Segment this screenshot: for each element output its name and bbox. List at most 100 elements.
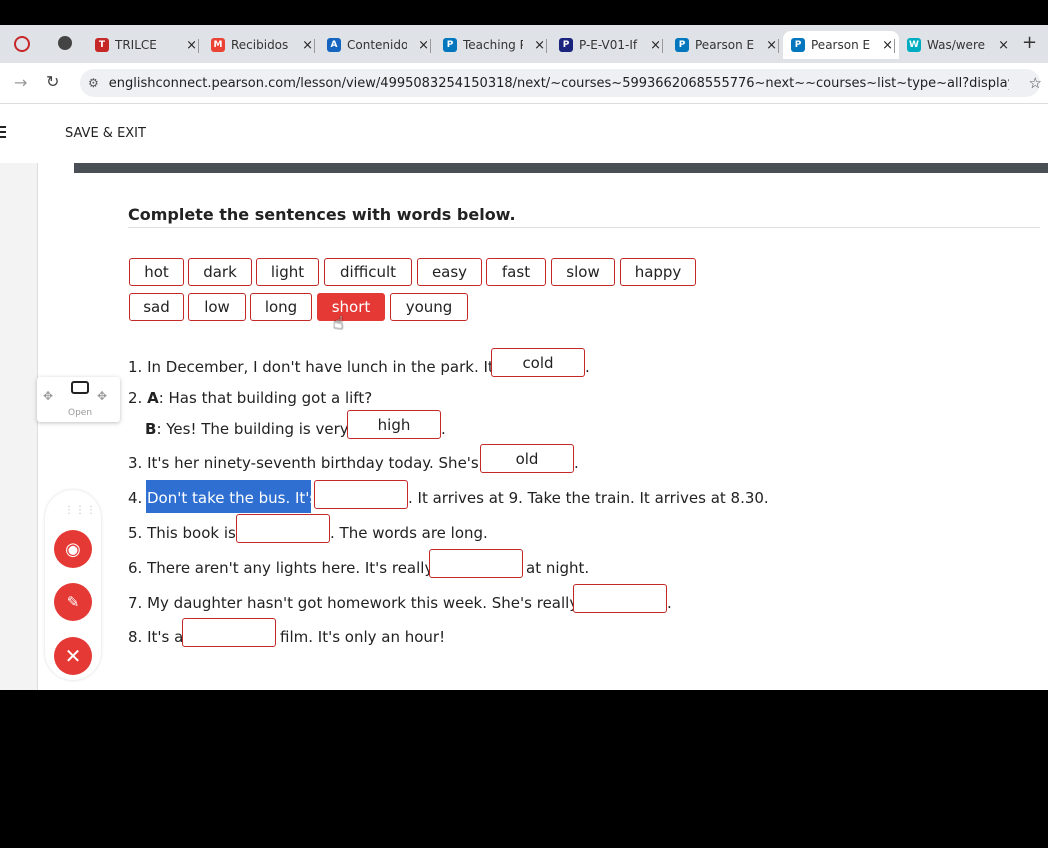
pearson-icon: P xyxy=(791,38,805,52)
question-2-number: 2. xyxy=(128,389,143,407)
save-exit-button[interactable]: SAVE & EXIT xyxy=(65,126,146,141)
tab-separator xyxy=(894,39,895,53)
site-settings-icon[interactable]: ⚙ xyxy=(88,76,99,90)
tab-separator xyxy=(778,39,779,53)
tab-close-icon[interactable]: × xyxy=(650,38,661,53)
instruction-divider xyxy=(128,227,1040,228)
pearson-icon: P xyxy=(443,38,457,52)
browser-tab-3[interactable]: A Contenido × xyxy=(319,31,435,59)
browser-tab-bar: T TRILCE × M Recibidos × A Contenido × P Teaching … xyxy=(0,25,1048,63)
open-widget[interactable]: ✥ ✥ Open xyxy=(37,377,120,422)
top-black-band xyxy=(0,0,1048,25)
word-chip-difficult[interactable]: difficult xyxy=(324,258,412,286)
browser-tab-7[interactable]: P Pearson Er × xyxy=(783,31,899,59)
question-7-period: . xyxy=(667,594,672,612)
answer-box-4[interactable] xyxy=(314,480,408,509)
question-1-period: . xyxy=(585,358,590,376)
forward-arrow-icon[interactable]: → xyxy=(14,73,27,92)
answer-box-5[interactable] xyxy=(236,514,330,543)
word-chip-slow[interactable]: slow xyxy=(551,258,615,286)
move-icon-right[interactable]: ✥ xyxy=(97,389,107,403)
question-2-a-text: : Has that building got a lift? xyxy=(158,389,373,407)
question-7-text: 7. My daughter hasn't got homework this … xyxy=(128,594,579,612)
answer-box-7[interactable] xyxy=(573,584,667,613)
tab-title: Teaching P xyxy=(463,38,523,52)
answer-box-3[interactable]: old xyxy=(480,444,574,473)
word-chip-dark[interactable]: dark xyxy=(188,258,252,286)
word-chip-light[interactable]: light xyxy=(256,258,319,286)
drag-handle-icon[interactable]: ⋮⋮⋮ xyxy=(64,505,97,516)
browser-address-bar: → ↻ ⚙ englishconnect.pearson.com/lesson/… xyxy=(0,63,1048,104)
word-chip-low[interactable]: low xyxy=(188,293,246,321)
tab-title: TRILCE xyxy=(115,38,157,52)
browser-tab-6[interactable]: P Pearson Er × xyxy=(667,31,783,59)
instruction-heading: Complete the sentences with words below. xyxy=(128,205,516,224)
bookmark-star-icon[interactable]: ☆ xyxy=(1029,74,1042,92)
browser-tab-1[interactable]: T TRILCE × xyxy=(87,31,203,59)
question-4-highlighted-text: Don't take the bus. It's xyxy=(147,489,318,507)
answer-box-2[interactable]: high xyxy=(347,410,441,439)
word-chip-hot[interactable]: hot xyxy=(129,258,184,286)
word-chip-short[interactable]: short xyxy=(317,293,385,321)
answer-box-1[interactable]: cold xyxy=(491,348,585,377)
word-chip-easy[interactable]: easy xyxy=(417,258,482,286)
answer-box-8[interactable] xyxy=(182,618,276,647)
tab-close-icon[interactable]: × xyxy=(534,38,545,53)
question-4-number: 4. xyxy=(128,489,143,507)
gmail-icon: M xyxy=(211,38,225,52)
browser-tab-4[interactable]: P Teaching P × xyxy=(435,31,551,59)
answer-box-6[interactable] xyxy=(429,549,523,578)
question-5-text-after: . The words are long. xyxy=(330,524,488,542)
tab-separator xyxy=(314,39,315,53)
word-chip-fast[interactable]: fast xyxy=(486,258,546,286)
question-3-text: 3. It's her ninety-seventh birthday toda… xyxy=(128,454,479,472)
tab-title: Pearson Er xyxy=(695,38,755,52)
question-8-text-after: film. It's only an hour! xyxy=(280,628,446,646)
word-chip-happy[interactable]: happy xyxy=(620,258,696,286)
tab-separator xyxy=(198,39,199,53)
left-panel xyxy=(0,163,38,690)
move-icon[interactable]: ✥ xyxy=(43,389,53,403)
word-chip-long[interactable]: long xyxy=(250,293,312,321)
url-text: englishconnect.pearson.com/lesson/view/4… xyxy=(108,75,1009,91)
browser-tab-2[interactable]: M Recibidos × xyxy=(203,31,319,59)
reload-icon[interactable]: ↻ xyxy=(46,72,59,91)
eye-icon[interactable]: ◉ xyxy=(54,530,92,568)
p-icon: P xyxy=(559,38,573,52)
progress-bar xyxy=(74,163,1048,173)
question-2-b-text: : Yes! The building is very xyxy=(156,420,349,438)
tools-icon[interactable]: ✎ xyxy=(54,583,92,621)
close-icon[interactable]: ✕ xyxy=(54,637,92,675)
tab-close-icon[interactable]: × xyxy=(302,38,313,53)
globe-icon[interactable] xyxy=(58,36,72,50)
question-2-period: . xyxy=(441,420,446,438)
tab-close-icon[interactable]: × xyxy=(186,38,197,53)
pearson-icon: P xyxy=(675,38,689,52)
question-6-text-after: at night. xyxy=(526,559,590,577)
speaker-b: B xyxy=(145,420,157,438)
tab-separator xyxy=(430,39,431,53)
browser-tab-5[interactable]: P P-E-V01-If × xyxy=(551,31,667,59)
record-icon[interactable] xyxy=(14,36,30,52)
tab-close-icon[interactable]: × xyxy=(766,38,777,53)
tab-title: Recibidos xyxy=(231,38,289,52)
menu-icon[interactable] xyxy=(0,126,6,140)
word-chip-young[interactable]: young xyxy=(390,293,468,321)
question-4-text-after: . It arrives at 9. Take the train. It ar… xyxy=(408,489,769,507)
app-header: SAVE & EXIT xyxy=(0,104,1048,163)
url-field[interactable]: ⚙ englishconnect.pearson.com/lesson/view… xyxy=(80,69,1042,97)
hand-cursor-icon: ☝ xyxy=(333,313,344,334)
chat-icon[interactable] xyxy=(71,381,89,394)
tab-title: Contenido xyxy=(347,38,407,52)
tab-separator xyxy=(662,39,663,53)
tab-title: P-E-V01-If xyxy=(579,38,638,52)
question-2-line-a: 2. A: Has that building got a lift? xyxy=(128,389,372,407)
open-label: Open xyxy=(68,408,93,418)
word-chip-sad[interactable]: sad xyxy=(129,293,184,321)
new-tab-button[interactable]: + xyxy=(1022,32,1037,53)
tab-close-icon[interactable]: × xyxy=(998,38,1009,53)
question-3-period: . xyxy=(574,454,579,472)
tab-close-icon[interactable]: × xyxy=(882,38,893,53)
browser-tab-8[interactable]: W Was/were × xyxy=(899,31,1015,59)
tab-close-icon[interactable]: × xyxy=(418,38,429,53)
